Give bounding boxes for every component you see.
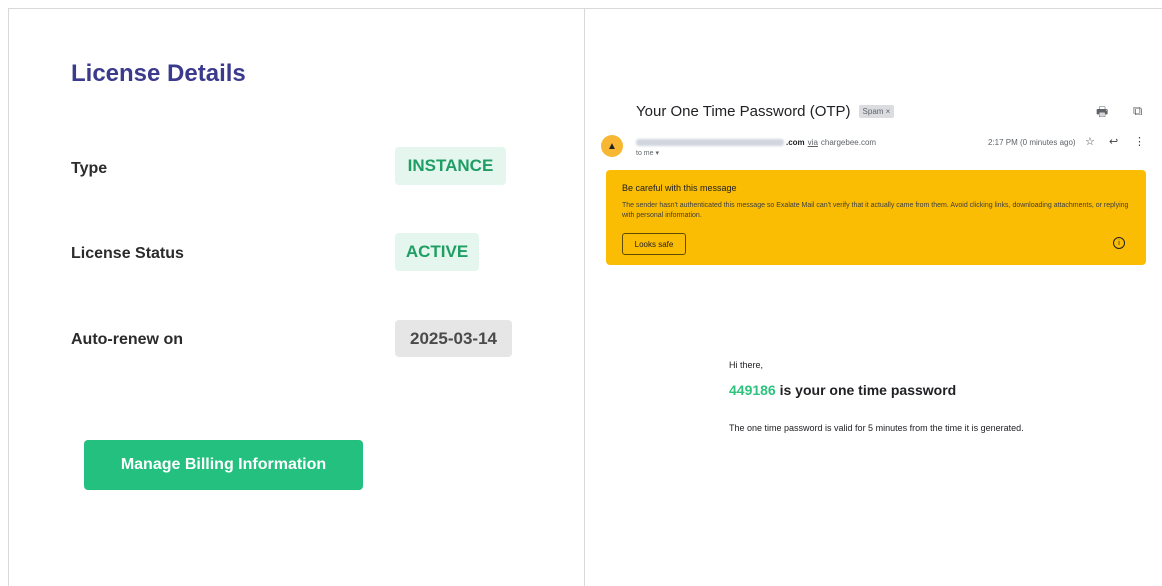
print-icon[interactable]: 🖶	[1096, 103, 1108, 125]
sender-via-link[interactable]: via	[808, 138, 818, 147]
spam-label[interactable]: Spam ×	[858, 105, 895, 118]
auto-renew-badge: 2025-03-14	[395, 320, 512, 357]
email-greeting: Hi there,	[729, 360, 764, 370]
email-subject: Your One Time Password (OTP) Spam ×	[636, 103, 895, 120]
reply-icon[interactable]: ↩	[1109, 135, 1118, 148]
more-vert-icon[interactable]: ⋮	[1134, 135, 1145, 148]
email-subject-text: Your One Time Password (OTP)	[636, 103, 851, 120]
otp-code: 449186	[729, 382, 776, 398]
looks-safe-button[interactable]: Looks safe	[622, 233, 686, 255]
otp-suffix: is your one time password	[775, 382, 957, 398]
page-frame	[8, 8, 1162, 586]
otp-note: The one time password is valid for 5 min…	[729, 423, 1024, 433]
otp-line: 449186 is your one time password	[729, 382, 956, 398]
warning-icon: ▲	[601, 135, 623, 157]
license-status-badge: ACTIVE	[395, 233, 479, 271]
type-badge: INSTANCE	[395, 147, 506, 185]
warning-title: Be careful with this message	[622, 183, 737, 193]
warning-body: The sender hasn't authenticated this mes…	[622, 202, 1129, 219]
info-icon[interactable]: i	[1113, 237, 1125, 249]
license-status-label: License Status	[71, 245, 184, 262]
star-icon[interactable]: ☆	[1085, 135, 1095, 148]
sender-address-redacted	[636, 139, 784, 146]
sender-host: chargebee.com	[820, 138, 877, 147]
manage-billing-button[interactable]: Manage Billing Information	[84, 440, 363, 490]
type-label: Type	[71, 160, 108, 177]
sender-domain: .com	[786, 138, 805, 147]
auto-renew-label: Auto-renew on	[71, 331, 183, 348]
email-time: 2:17 PM (0 minutes ago)	[988, 138, 1076, 147]
sender-line: .com via chargebee.com	[636, 138, 876, 147]
recipient-dropdown[interactable]: to me ▾	[636, 149, 659, 157]
panel-divider	[584, 8, 585, 586]
open-new-window-icon[interactable]: ⧉	[1133, 103, 1142, 119]
license-title: License Details	[71, 60, 246, 87]
warning-banner: Be careful with this message The sender …	[606, 170, 1146, 265]
